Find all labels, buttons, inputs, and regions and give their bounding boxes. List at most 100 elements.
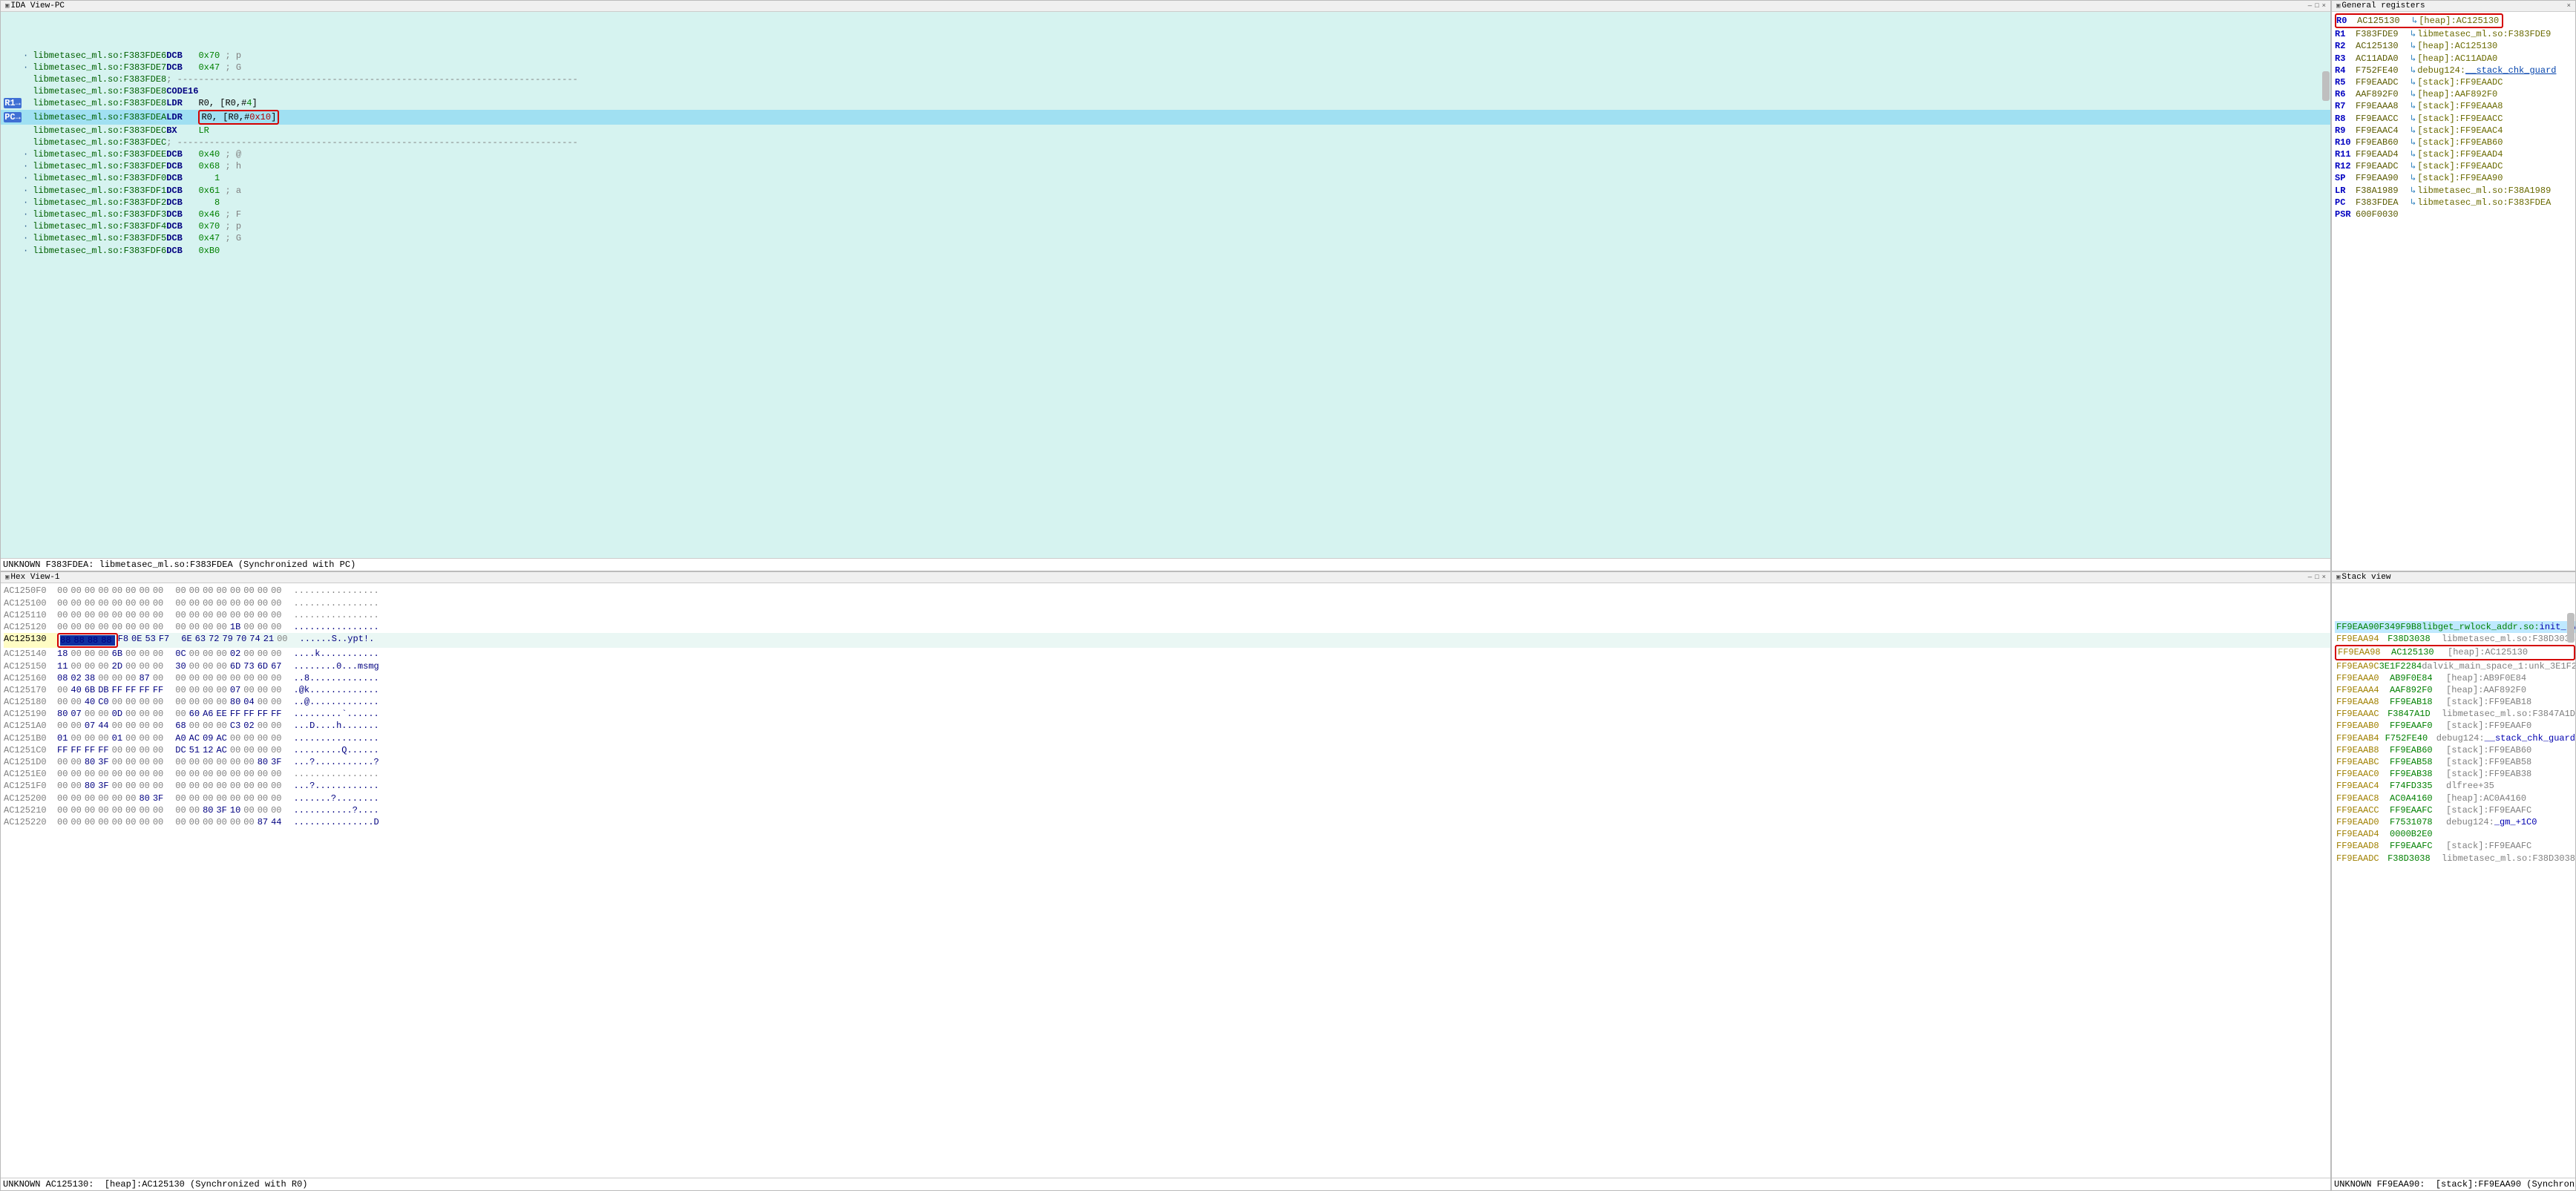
hex-addr: AC1251B0 bbox=[4, 732, 57, 744]
register-r10[interactable]: R10FF9EAB60↳ [stack]:FF9EAB60 bbox=[2335, 137, 2575, 148]
register-r6[interactable]: R6AAF892F0↳ [heap]:AAF892F0 bbox=[2335, 88, 2575, 100]
hex-row[interactable]: AC1251B0 0100000001000000A0AC09AC0000000… bbox=[4, 732, 2330, 744]
stack-scrollbar-thumb[interactable] bbox=[2567, 613, 2575, 643]
close-icon[interactable]: × bbox=[2566, 2, 2572, 10]
hex-row[interactable]: AC125150 110000002D000000300000006D736D6… bbox=[4, 660, 2330, 672]
ida-disassembly-body[interactable]: ·libmetasec_ml.so:F383FDE6 DCB 0x70 ; p·… bbox=[1, 12, 2330, 558]
hex-row[interactable]: AC1251A0 000007440000000068000000C302000… bbox=[4, 720, 2330, 732]
segment-addr: libmetasec_ml.so:F383FDF4 bbox=[33, 220, 166, 232]
stack-row[interactable]: FF9EAAA0AB9F0E84[heap]:AB9F0E84 bbox=[2335, 672, 2575, 684]
stack-row[interactable]: FF9EAAA8FF9EAB18[stack]:FF9EAB18 bbox=[2335, 696, 2575, 708]
register-r9[interactable]: R9FF9EAAC4↳ [stack]:FF9EAAC4 bbox=[2335, 125, 2575, 137]
hex-row[interactable]: AC1251F0 0000803F00000000000000000000000… bbox=[4, 780, 2330, 792]
register-r8[interactable]: R8FF9EAACC↳ [stack]:FF9EAACC bbox=[2335, 113, 2575, 125]
close-icon[interactable]: × bbox=[2321, 2, 2327, 10]
hex-row[interactable]: AC125120 0000000000000000000000001B00000… bbox=[4, 621, 2330, 633]
stack-row[interactable]: FF9EAAC0FF9EAB38[stack]:FF9EAB38 bbox=[2335, 768, 2575, 780]
disasm-line[interactable]: ·libmetasec_ml.so:F383FDF2 DCB 8 bbox=[1, 197, 2330, 209]
stack-row[interactable]: FF9EAAC8AC0A4160[heap]:AC0A4160 bbox=[2335, 793, 2575, 804]
hex-dump-body[interactable]: AC1250F0 0000000000000000000000000000000… bbox=[1, 583, 2330, 1178]
register-sp[interactable]: SPFF9EAA90↳ [stack]:FF9EAA90 bbox=[2335, 172, 2575, 184]
maximize-icon[interactable]: □ bbox=[2313, 2, 2320, 10]
stack-row[interactable]: FF9EAAA4AAF892F0[heap]:AAF892F0 bbox=[2335, 684, 2575, 696]
hex-row[interactable]: AC125190 800700000D0000000060A6EEFFFFFFF… bbox=[4, 708, 2330, 720]
register-r4[interactable]: R4F752FE40↳ debug124:__stack_chk_guard bbox=[2335, 65, 2575, 76]
stack-body[interactable]: FF9EAA90F349F9B8libget_rwlock_addr.so:in… bbox=[2332, 583, 2575, 1178]
disasm-line[interactable]: libmetasec_ml.so:F383FDE8 ; ------------… bbox=[1, 73, 2330, 85]
hex-row[interactable]: AC125170 00406BDBFFFFFFFF000000000700000… bbox=[4, 684, 2330, 696]
stack-row[interactable]: FF9EAAB4F752FE40debug124:__stack_chk_gua… bbox=[2335, 732, 2575, 744]
register-pc[interactable]: PCF383FDEA↳ libmetasec_ml.so:F383FDEA bbox=[2335, 197, 2575, 209]
stack-row[interactable]: FF9EAA98AC125130[heap]:AC125130 bbox=[2335, 645, 2575, 660]
disasm-line[interactable]: R1→ libmetasec_ml.so:F383FDE8 LDR R0, [R… bbox=[1, 97, 2330, 109]
close-icon[interactable]: × bbox=[2321, 574, 2327, 581]
disasm-line[interactable]: ·libmetasec_ml.so:F383FDF3 DCB 0x46 ; F bbox=[1, 209, 2330, 220]
hex-row[interactable]: AC125210 00000000000000000000803F1000000… bbox=[4, 804, 2330, 816]
disasm-line[interactable]: libmetasec_ml.so:F383FDEC BX LR bbox=[1, 125, 2330, 137]
disasm-line[interactable]: ·libmetasec_ml.so:F383FDEF DCB 0x68 ; h bbox=[1, 160, 2330, 172]
disasm-line[interactable]: ·libmetasec_ml.so:F383FDE7 DCB 0x47 ; G bbox=[1, 62, 2330, 73]
stack-row[interactable]: FF9EAA94F38D3038libmetasec_ml.so:F38D303… bbox=[2335, 633, 2575, 645]
register-psr[interactable]: PSR600F0030 bbox=[2335, 209, 2575, 220]
restore-icon[interactable]: ▣ bbox=[2335, 574, 2341, 581]
segment-addr: libmetasec_ml.so:F383FDF2 bbox=[33, 197, 166, 209]
hex-row[interactable]: AC125160 0802380000008700000000000000000… bbox=[4, 672, 2330, 684]
disasm-line[interactable]: PC→ libmetasec_ml.so:F383FDEA LDR R0, [R… bbox=[1, 110, 2330, 125]
stack-row[interactable]: FF9EAAD40000B2E0 bbox=[2335, 828, 2575, 840]
stack-row[interactable]: FF9EAAC4F74FD335dlfree+35 bbox=[2335, 780, 2575, 792]
stack-row[interactable]: FF9EAAACF3847A1Dlibmetasec_ml.so:F3847A1… bbox=[2335, 708, 2575, 720]
register-r3[interactable]: R3AC11ADA0↳ [heap]:AC11ADA0 bbox=[2335, 53, 2575, 65]
stack-row[interactable]: FF9EAA90F349F9B8libget_rwlock_addr.so:in… bbox=[2335, 621, 2575, 633]
registers-body[interactable]: R0AC125130↳ [heap]:AC125130R1F383FDE9↳ l… bbox=[2332, 12, 2575, 571]
register-r2[interactable]: R2AC125130↳ [heap]:AC125130 bbox=[2335, 40, 2575, 52]
disasm-line[interactable]: ·libmetasec_ml.so:F383FDF1 DCB 0x61 ; a bbox=[1, 185, 2330, 197]
disasm-line[interactable]: ·libmetasec_ml.so:F383FDEE DCB 0x40 ; @ bbox=[1, 148, 2330, 160]
stack-row[interactable]: FF9EAAB0FF9EAAF0[stack]:FF9EAAF0 bbox=[2335, 720, 2575, 732]
hex-row[interactable]: AC125100 0000000000000000000000000000000… bbox=[4, 597, 2330, 609]
stack-row[interactable]: FF9EAABCFF9EAB58[stack]:FF9EAB58 bbox=[2335, 756, 2575, 768]
register-r11[interactable]: R11FF9EAAD4↳ [stack]:FF9EAAD4 bbox=[2335, 148, 2575, 160]
restore-icon[interactable]: ▣ bbox=[2335, 2, 2341, 10]
register-lr[interactable]: LRF38A1989↳ libmetasec_ml.so:F38A1989 bbox=[2335, 185, 2575, 197]
register-r0[interactable]: R0AC125130↳ [heap]:AC125130 bbox=[2335, 13, 2503, 28]
ida-scrollbar-thumb[interactable] bbox=[2322, 71, 2330, 101]
disasm-line[interactable]: libmetasec_ml.so:F383FDE8 CODE16 bbox=[1, 85, 2330, 97]
hex-row[interactable]: AC125130 88888888F80E53F76E6372797074210… bbox=[4, 633, 2330, 648]
hex-row[interactable]: AC1251E0 0000000000000000000000000000000… bbox=[4, 768, 2330, 780]
hex-row[interactable]: AC125220 0000000000000000000000000000874… bbox=[4, 816, 2330, 828]
disasm-line[interactable]: ·libmetasec_ml.so:F383FDF0 DCB 1 bbox=[1, 172, 2330, 184]
hex-row[interactable]: AC1251C0 FFFFFFFF00000000DC5112AC0000000… bbox=[4, 744, 2330, 756]
hex-row[interactable]: AC125200 000000000000803F000000000000000… bbox=[4, 793, 2330, 804]
mnemonic: DCB bbox=[166, 160, 198, 172]
hex-row[interactable]: AC1250F0 0000000000000000000000000000000… bbox=[4, 585, 2330, 597]
stack-row[interactable]: FF9EAAB8FF9EAB60[stack]:FF9EAB60 bbox=[2335, 744, 2575, 756]
hex-row[interactable]: AC1251D0 0000803F00000000000000000000803… bbox=[4, 756, 2330, 768]
hex-row[interactable]: AC125180 000040C000000000000000008004000… bbox=[4, 696, 2330, 708]
segment-addr: libmetasec_ml.so:F383FDE7 bbox=[33, 62, 166, 73]
maximize-icon[interactable]: □ bbox=[2313, 574, 2320, 581]
comment: ; a bbox=[220, 185, 241, 197]
disasm-line[interactable]: ·libmetasec_ml.so:F383FDF5 DCB 0x47 ; G bbox=[1, 232, 2330, 244]
minimize-icon[interactable]: — bbox=[2307, 574, 2313, 581]
stack-row[interactable]: FF9EAACCFF9EAAFC[stack]:FF9EAAFC bbox=[2335, 804, 2575, 816]
disasm-line[interactable]: ·libmetasec_ml.so:F383FDF6 DCB 0xB0 bbox=[1, 245, 2330, 257]
register-r5[interactable]: R5FF9EAADC↳ [stack]:FF9EAADC bbox=[2335, 76, 2575, 88]
restore-icon[interactable]: ▣ bbox=[4, 574, 10, 581]
stack-row[interactable]: FF9EAA9C3E1F2284dalvik_main_space_1:unk_… bbox=[2335, 660, 2575, 672]
hex-row[interactable]: AC125140 180000006B0000000C0000000200000… bbox=[4, 648, 2330, 660]
comment: ; p bbox=[220, 220, 241, 232]
hex-selection: 88888888 bbox=[57, 633, 118, 648]
register-r1[interactable]: R1F383FDE9↳ libmetasec_ml.so:F383FDE9 bbox=[2335, 28, 2575, 40]
minimize-icon[interactable]: — bbox=[2307, 2, 2313, 10]
hex-row[interactable]: AC125110 0000000000000000000000000000000… bbox=[4, 609, 2330, 621]
register-r7[interactable]: R7FF9EAAA8↳ [stack]:FF9EAAA8 bbox=[2335, 100, 2575, 112]
disasm-line[interactable]: libmetasec_ml.so:F383FDEC ; ------------… bbox=[1, 137, 2330, 148]
stack-row[interactable]: FF9EAAD8FF9EAAFC[stack]:FF9EAAFC bbox=[2335, 840, 2575, 852]
stack-row[interactable]: FF9EAAD0F7531078debug124:_gm_+1C0 bbox=[2335, 816, 2575, 828]
register-r12[interactable]: R12FF9EAADC↳ [stack]:FF9EAADC bbox=[2335, 160, 2575, 172]
stack-row[interactable]: FF9EAADCF38D3038libmetasec_ml.so:F38D303… bbox=[2335, 853, 2575, 864]
hex-addr: AC1251E0 bbox=[4, 768, 57, 780]
disasm-line[interactable]: ·libmetasec_ml.so:F383FDF4 DCB 0x70 ; p bbox=[1, 220, 2330, 232]
disasm-line[interactable]: ·libmetasec_ml.so:F383FDE6 DCB 0x70 ; p bbox=[1, 50, 2330, 62]
restore-icon[interactable]: ▣ bbox=[4, 2, 10, 10]
